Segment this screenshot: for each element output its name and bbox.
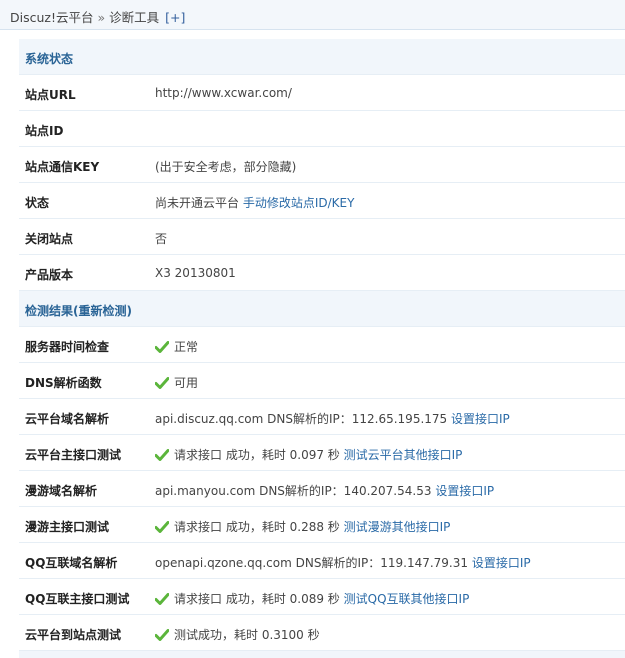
row-value: 尚未开通云平台 手动修改站点ID/KEY bbox=[155, 194, 354, 211]
row-label: 云平台域名解析 bbox=[25, 412, 110, 426]
check-icon bbox=[155, 449, 169, 461]
row-status: 状态 尚未开通云平台 手动修改站点ID/KEY bbox=[19, 183, 625, 219]
status-text: 正常 bbox=[174, 340, 199, 354]
status-text: 测试成功，耗时 0.3100 秒 bbox=[174, 628, 320, 642]
row-manyou-dns: 漫游域名解析 api.manyou.com DNS解析的IP：140.207.5… bbox=[19, 471, 625, 507]
check-icon bbox=[155, 341, 169, 353]
api-result-text: 请求接口 成功，耗时 0.089 秒 bbox=[174, 592, 340, 606]
row-label: 关闭站点 bbox=[25, 232, 74, 246]
test-cloud-other-ip-link[interactable]: 测试云平台其他接口IP bbox=[344, 448, 463, 462]
set-interface-ip-link[interactable]: 设置接口IP bbox=[435, 484, 494, 498]
row-value: 请求接口 成功，耗时 0.089 秒 测试QQ互联其他接口IP bbox=[155, 590, 469, 607]
check-icon bbox=[155, 377, 169, 389]
row-site-id: 站点ID bbox=[19, 111, 625, 147]
row-value: 否 bbox=[155, 232, 168, 246]
row-value: 测试成功，耗时 0.3100 秒 bbox=[155, 626, 320, 643]
status-text: 尚未开通云平台 bbox=[155, 196, 240, 210]
row-value: 请求接口 成功，耗时 0.097 秒 测试云平台其他接口IP bbox=[155, 446, 462, 463]
row-label: QQ互联主接口测试 bbox=[25, 592, 130, 606]
dns-result-text: api.discuz.qq.com DNS解析的IP：112.65.195.17… bbox=[155, 412, 448, 426]
breadcrumb-root[interactable]: Discuz!云平台 bbox=[10, 10, 93, 25]
breadcrumb-current: 诊断工具 bbox=[109, 10, 160, 25]
row-site-url: 站点URL http://www.xcwar.com/ bbox=[19, 75, 625, 111]
row-label: QQ互联域名解析 bbox=[25, 556, 118, 570]
status-text: 可用 bbox=[174, 376, 199, 390]
row-site-key: 站点通信KEY (出于安全考虑，部分隐藏) bbox=[19, 147, 625, 183]
check-icon bbox=[155, 593, 169, 605]
check-icon bbox=[155, 629, 169, 641]
section-site-status: 系统状态 bbox=[19, 39, 625, 75]
row-value: openapi.qzone.qq.com DNS解析的IP：119.147.79… bbox=[155, 554, 531, 571]
row-value: api.discuz.qq.com DNS解析的IP：112.65.195.17… bbox=[155, 410, 510, 427]
row-label: 漫游域名解析 bbox=[25, 484, 98, 498]
top-bar: Discuz!云平台 » 诊断工具 [+] bbox=[0, 0, 625, 30]
row-label: 状态 bbox=[25, 196, 50, 210]
api-result-text: 请求接口 成功，耗时 0.097 秒 bbox=[174, 448, 340, 462]
row-label: 站点ID bbox=[25, 124, 64, 138]
row-dns-function: DNS解析函数 可用 bbox=[19, 363, 625, 399]
row-cloud-to-site: 云平台到站点测试 测试成功，耗时 0.3100 秒 bbox=[19, 615, 625, 651]
row-version: 产品版本 X3 20130801 bbox=[19, 255, 625, 291]
row-value: 请求接口 成功，耗时 0.288 秒 测试漫游其他接口IP bbox=[155, 518, 450, 535]
row-label: 站点通信KEY bbox=[25, 160, 100, 174]
row-value: api.manyou.com DNS解析的IP：140.207.54.53 设置… bbox=[155, 482, 494, 499]
row-value: 正常 bbox=[155, 338, 198, 355]
edit-site-id-key-link[interactable]: 手动修改站点ID/KEY bbox=[243, 196, 355, 210]
expand-toggle[interactable]: [+] bbox=[165, 10, 185, 25]
row-label: 站点URL bbox=[25, 88, 76, 102]
section-title-results: 检测结果(重新检测) bbox=[25, 302, 132, 319]
api-result-text: 请求接口 成功，耗时 0.288 秒 bbox=[174, 520, 340, 534]
dns-result-text: api.manyou.com DNS解析的IP：140.207.54.53 bbox=[155, 484, 432, 498]
results-title: 检测结果 bbox=[25, 304, 74, 318]
test-qq-other-ip-link[interactable]: 测试QQ互联其他接口IP bbox=[344, 592, 470, 606]
recheck-link[interactable]: (重新检测) bbox=[73, 304, 132, 318]
set-interface-ip-link[interactable]: 设置接口IP bbox=[451, 412, 510, 426]
row-label: 漫游主接口测试 bbox=[25, 520, 110, 534]
row-qq-dns: QQ互联域名解析 openapi.qzone.qq.com DNS解析的IP：1… bbox=[19, 543, 625, 579]
row-value: (出于安全考虑，部分隐藏) bbox=[155, 160, 297, 174]
row-label: 云平台主接口测试 bbox=[25, 448, 122, 462]
test-manyou-other-ip-link[interactable]: 测试漫游其他接口IP bbox=[344, 520, 451, 534]
diagnostic-panel: 系统状态 站点URL http://www.xcwar.com/ 站点ID 站点… bbox=[19, 39, 625, 658]
breadcrumb-separator: » bbox=[97, 10, 106, 25]
set-interface-ip-link[interactable]: 设置接口IP bbox=[472, 556, 531, 570]
row-value: http://www.xcwar.com/ bbox=[155, 86, 292, 100]
row-label: DNS解析函数 bbox=[25, 376, 102, 390]
row-value: X3 20130801 bbox=[155, 266, 236, 280]
section-results: 检测结果(重新检测) bbox=[19, 291, 625, 327]
section-title-site-status: 系统状态 bbox=[25, 52, 74, 66]
dns-result-text: openapi.qzone.qq.com DNS解析的IP：119.147.79… bbox=[155, 556, 469, 570]
check-icon bbox=[155, 521, 169, 533]
breadcrumb: Discuz!云平台 » 诊断工具 [+] bbox=[10, 7, 185, 26]
row-label: 产品版本 bbox=[25, 268, 74, 282]
row-value: 可用 bbox=[155, 374, 198, 391]
row-manyou-api: 漫游主接口测试 请求接口 成功，耗时 0.288 秒 测试漫游其他接口IP bbox=[19, 507, 625, 543]
row-label: 云平台到站点测试 bbox=[25, 628, 122, 642]
row-label: 服务器时间检查 bbox=[25, 340, 110, 354]
row-cloud-dns: 云平台域名解析 api.discuz.qq.com DNS解析的IP：112.6… bbox=[19, 399, 625, 435]
row-server-time: 服务器时间检查 正常 bbox=[19, 327, 625, 363]
row-site-closed: 关闭站点 否 bbox=[19, 219, 625, 255]
row-qq-api: QQ互联主接口测试 请求接口 成功，耗时 0.089 秒 测试QQ互联其他接口I… bbox=[19, 579, 625, 615]
row-cloud-api: 云平台主接口测试 请求接口 成功，耗时 0.097 秒 测试云平台其他接口IP bbox=[19, 435, 625, 471]
panel-footer-strip bbox=[19, 651, 625, 658]
